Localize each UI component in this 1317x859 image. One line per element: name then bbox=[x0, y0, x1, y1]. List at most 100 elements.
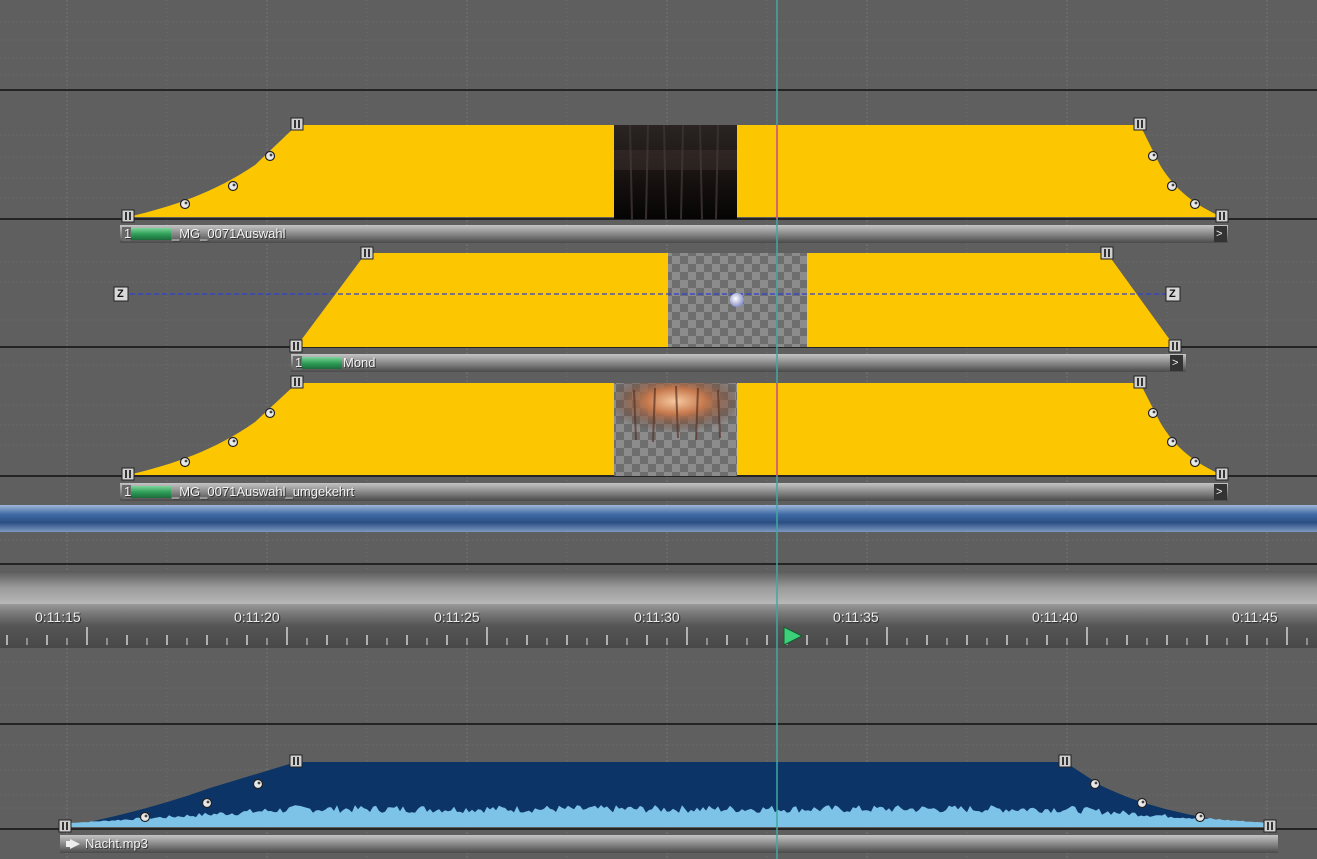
fade-handle[interactable] bbox=[289, 754, 303, 768]
keyframe-dot[interactable] bbox=[1147, 150, 1159, 162]
keyframe-dot-center bbox=[206, 800, 210, 804]
fade-handle-grip bbox=[368, 249, 370, 257]
track-bar-2[interactable] bbox=[291, 354, 1186, 372]
fade-handle[interactable] bbox=[121, 209, 135, 223]
fade-handle-grip bbox=[1267, 822, 1269, 830]
dark-forest-thumbnail bbox=[614, 124, 737, 220]
fade-handle[interactable] bbox=[1168, 339, 1182, 353]
audio-track-bar[interactable] bbox=[60, 835, 1278, 853]
keyframe-dot[interactable] bbox=[264, 407, 276, 419]
fade-handle-grip bbox=[1176, 342, 1178, 350]
track-3-end-marker[interactable]: > bbox=[1216, 484, 1222, 500]
keyframe-dot-center bbox=[232, 439, 236, 443]
fade-handle-grip bbox=[1066, 757, 1068, 765]
z-marker-right[interactable]: Z bbox=[1169, 286, 1176, 302]
keyframe-dot-center bbox=[269, 153, 273, 157]
keyframe-dot[interactable] bbox=[227, 180, 239, 192]
fade-handle[interactable] bbox=[1100, 246, 1114, 260]
fade-handle[interactable] bbox=[1133, 375, 1147, 389]
time-label-0-11-25: 0:11:25 bbox=[434, 609, 480, 625]
keyframe-dot-center bbox=[1194, 459, 1198, 463]
keyframe-dot-center bbox=[257, 781, 261, 785]
fade-handle-grip bbox=[1141, 378, 1143, 386]
keyframe-dot[interactable] bbox=[1089, 778, 1101, 790]
track-bar-1[interactable] bbox=[120, 225, 1228, 243]
keyframe-dot[interactable] bbox=[201, 797, 213, 809]
fade-handle-grip bbox=[66, 822, 68, 830]
fade-handle[interactable] bbox=[1263, 819, 1277, 833]
sunset-forest-thumbnail bbox=[614, 383, 737, 476]
fade-handle-grip bbox=[62, 822, 64, 830]
audio-clip-name-nacht: Nacht.mp3 bbox=[85, 836, 148, 851]
clip-name-mg-0071-auswahl-umgekehrt: _MG_0071Auswahl_umgekehrt bbox=[172, 484, 355, 499]
fade-handle[interactable] bbox=[360, 246, 374, 260]
video-track-1[interactable] bbox=[0, 89, 1317, 223]
fade-handle-grip bbox=[294, 120, 296, 128]
fade-handle-grip bbox=[297, 757, 299, 765]
track-1-end-marker[interactable]: > bbox=[1216, 226, 1222, 242]
time-label-0-11-45: 0:11:45 bbox=[1232, 609, 1278, 625]
fade-handle-grip bbox=[298, 378, 300, 386]
fade-handle[interactable] bbox=[290, 117, 304, 131]
fade-handle-grip bbox=[129, 470, 131, 478]
time-label-0-11-15: 0:11:15 bbox=[35, 609, 81, 625]
keyframe-dot-center bbox=[1171, 439, 1175, 443]
keyframe-dot-center bbox=[184, 201, 188, 205]
fade-handle-grip bbox=[1137, 120, 1139, 128]
timeline-editor-canvas bbox=[0, 0, 1317, 859]
keyframe-dot-center bbox=[1199, 814, 1203, 818]
fade-handle-grip bbox=[1062, 757, 1064, 765]
video-track-3[interactable] bbox=[0, 375, 1317, 481]
time-label-0-11-20: 0:11:20 bbox=[234, 609, 280, 625]
keyframe-dot[interactable] bbox=[1189, 198, 1201, 210]
fade-handle-grip bbox=[1219, 212, 1221, 220]
keyframe-dot-center bbox=[1152, 410, 1156, 414]
keyframe-dot-center bbox=[232, 183, 236, 187]
fade-handle[interactable] bbox=[289, 339, 303, 353]
fade-handle-grip bbox=[1137, 378, 1139, 386]
keyframe-dot-center bbox=[1171, 183, 1175, 187]
keyframe-dot-center bbox=[1094, 781, 1098, 785]
keyframe-dot[interactable] bbox=[1166, 180, 1178, 192]
keyframe-dot[interactable] bbox=[264, 150, 276, 162]
clip-name-mond: Mond bbox=[343, 355, 376, 370]
fade-handle-grip bbox=[1172, 342, 1174, 350]
keyframe-dot-center bbox=[269, 410, 273, 414]
audio-track[interactable] bbox=[0, 723, 1317, 833]
fade-handle-grip bbox=[129, 212, 131, 220]
fade-handle-grip bbox=[293, 757, 295, 765]
keyframe-dot[interactable] bbox=[1189, 456, 1201, 468]
keyframe-dot[interactable] bbox=[1147, 407, 1159, 419]
track-2-end-marker[interactable]: > bbox=[1172, 355, 1178, 371]
keyframe-dot[interactable] bbox=[252, 778, 264, 790]
fade-handle[interactable] bbox=[121, 467, 135, 481]
video-track-2[interactable] bbox=[0, 246, 1317, 353]
keyframe-dot[interactable] bbox=[179, 456, 191, 468]
keyframe-dot[interactable] bbox=[227, 436, 239, 448]
horizontal-scrollbar[interactable] bbox=[0, 571, 1317, 604]
fade-handle-grip bbox=[297, 342, 299, 350]
fade-handle-grip bbox=[1104, 249, 1106, 257]
keyframe-dot[interactable] bbox=[1166, 436, 1178, 448]
fade-handle-grip bbox=[1271, 822, 1273, 830]
keyframe-dot[interactable] bbox=[1136, 797, 1148, 809]
fade-handle-grip bbox=[1223, 470, 1225, 478]
fade-handle[interactable] bbox=[58, 819, 72, 833]
keyframe-dot[interactable] bbox=[1194, 811, 1206, 823]
z-marker-left[interactable]: Z bbox=[117, 286, 124, 302]
fade-handle[interactable] bbox=[1215, 467, 1229, 481]
keyframe-dot-center bbox=[1141, 800, 1145, 804]
fade-handle-grip bbox=[125, 470, 127, 478]
fade-handle[interactable] bbox=[1058, 754, 1072, 768]
keyframe-dot[interactable] bbox=[179, 198, 191, 210]
moon-icon bbox=[730, 293, 744, 307]
fade-handle-grip bbox=[125, 212, 127, 220]
fade-handle[interactable] bbox=[1215, 209, 1229, 223]
track-area-separator[interactable] bbox=[0, 505, 1317, 532]
time-label-0-11-40: 0:11:40 bbox=[1032, 609, 1078, 625]
keyframe-dot[interactable] bbox=[139, 811, 151, 823]
fade-handle[interactable] bbox=[290, 375, 304, 389]
fade-handle[interactable] bbox=[1133, 117, 1147, 131]
fade-handle-grip bbox=[1223, 212, 1225, 220]
time-label-0-11-30: 0:11:30 bbox=[634, 609, 680, 625]
